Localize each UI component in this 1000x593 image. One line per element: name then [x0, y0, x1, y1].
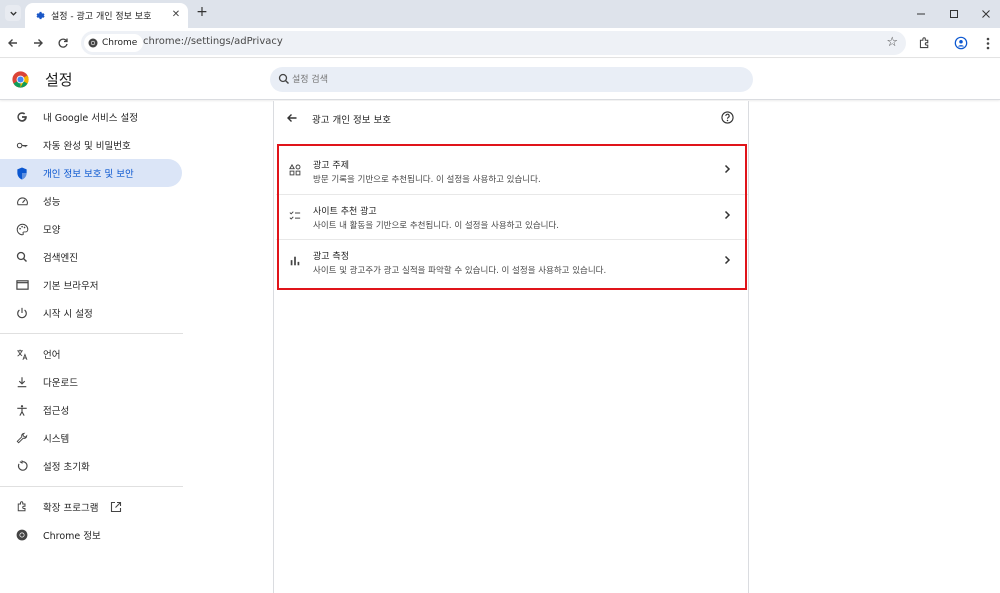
- settings-header: 설정: [0, 59, 1000, 100]
- reload-icon: [58, 38, 68, 48]
- maximize-icon[interactable]: [947, 7, 961, 21]
- sidebar-item-search-engine[interactable]: 검색엔진: [0, 243, 182, 271]
- sidebar-item-on-startup[interactable]: 시작 시 설정: [0, 299, 182, 327]
- sidebar-item-about-chrome[interactable]: Chrome 정보: [0, 521, 182, 549]
- sidebar-item-privacy[interactable]: 개인 정보 보호 및 보안: [0, 159, 182, 187]
- sidebar-item-label: 다운로드: [43, 378, 78, 389]
- settings-search[interactable]: [270, 67, 753, 92]
- sidebar-item-label: 언어: [43, 350, 61, 361]
- tab-search-button[interactable]: [5, 5, 21, 21]
- download-icon: [15, 375, 29, 389]
- chrome-logo-icon: [12, 71, 29, 88]
- tab-title: 설정 - 광고 개인 정보 보호: [51, 12, 152, 22]
- close-tab-icon[interactable]: ✕: [170, 9, 182, 21]
- sidebar-item-extensions[interactable]: 확장 프로그램: [0, 493, 182, 521]
- sidebar-item-label: 개인 정보 보호 및 보안: [43, 169, 134, 180]
- power-icon: [15, 306, 29, 320]
- sidebar-item-label: 내 Google 서비스 설정: [43, 113, 138, 124]
- bookmark-star-icon[interactable]: ☆: [886, 35, 898, 51]
- settings-title: 설정: [45, 71, 73, 89]
- chip-label: Chrome: [102, 38, 138, 48]
- sidebar-item-languages[interactable]: 언어: [0, 340, 182, 368]
- page-title: 광고 개인 정보 보호: [312, 115, 391, 126]
- sidebar-item-label: 기본 브라우저: [43, 281, 99, 292]
- back-button[interactable]: [5, 35, 21, 51]
- sidebar-item-accessibility[interactable]: 접근성: [0, 396, 182, 424]
- accessibility-icon: [15, 403, 29, 417]
- highlight-box: [277, 144, 747, 290]
- sidebar: 내 Google 서비스 설정 자동 완성 및 비밀번호 개인 정보 보호 및 …: [0, 103, 184, 549]
- sidebar-divider: [0, 333, 183, 334]
- search-icon: [15, 250, 29, 264]
- address-bar[interactable]: Chrome chrome://settings/adPrivacy ☆: [81, 31, 906, 55]
- sidebar-item-label: 시스템: [43, 434, 70, 445]
- minimize-icon[interactable]: [914, 7, 928, 21]
- back-arrow-icon[interactable]: [286, 112, 300, 126]
- puzzle-icon: [15, 500, 29, 514]
- url-text[interactable]: chrome://settings/adPrivacy: [143, 36, 283, 47]
- sidebar-divider: [0, 486, 183, 487]
- browser-window-icon: [15, 278, 29, 292]
- sidebar-item-label: 모양: [43, 225, 61, 236]
- external-link-icon: [110, 501, 122, 513]
- chrome-logo-icon: [15, 528, 29, 542]
- new-tab-button[interactable]: +: [195, 5, 209, 19]
- sidebar-item-label: 자동 완성 및 비밀번호: [43, 141, 131, 152]
- wrench-icon: [15, 431, 29, 445]
- sidebar-item-label: 접근성: [43, 406, 70, 417]
- forward-button[interactable]: [30, 35, 46, 51]
- shield-icon: [15, 166, 29, 180]
- sidebar-item-downloads[interactable]: 다운로드: [0, 368, 182, 396]
- gear-icon: [33, 10, 45, 22]
- arrow-left-icon: [8, 39, 17, 47]
- sidebar-item-reset-settings[interactable]: 설정 초기화: [0, 452, 182, 480]
- close-window-icon[interactable]: [979, 7, 993, 21]
- reset-icon: [15, 459, 29, 473]
- sidebar-item-label: 성능: [43, 197, 61, 208]
- reload-button[interactable]: [55, 35, 71, 51]
- browser-toolbar: Chrome chrome://settings/adPrivacy ☆: [0, 28, 1000, 58]
- google-g-icon: [15, 110, 29, 124]
- arrow-right-icon: [34, 39, 43, 47]
- sidebar-item-performance[interactable]: 성능: [0, 187, 182, 215]
- search-input[interactable]: [292, 71, 732, 88]
- chevron-down-icon: [9, 11, 17, 16]
- palette-icon: [15, 222, 29, 236]
- sidebar-item-autofill[interactable]: 자동 완성 및 비밀번호: [0, 131, 182, 159]
- translate-icon: [15, 347, 29, 361]
- sidebar-item-system[interactable]: 시스템: [0, 424, 182, 452]
- sidebar-item-label: 검색엔진: [43, 253, 78, 264]
- tab-settings[interactable]: 설정 - 광고 개인 정보 보호 ✕: [25, 3, 188, 28]
- card-header: 광고 개인 정보 보호: [274, 101, 748, 137]
- sidebar-item-label: 시작 시 설정: [43, 309, 93, 320]
- chrome-logo-icon: [88, 38, 98, 48]
- site-info-chip[interactable]: Chrome: [84, 34, 144, 52]
- sidebar-item-default-browser[interactable]: 기본 브라우저: [0, 271, 182, 299]
- tab-strip: 설정 - 광고 개인 정보 보호 ✕ +: [0, 0, 1000, 28]
- sidebar-item-appearance[interactable]: 모양: [0, 215, 182, 243]
- sidebar-item-label: Chrome 정보: [43, 531, 101, 542]
- sidebar-item-label: 확장 프로그램: [43, 503, 99, 514]
- help-icon[interactable]: [721, 111, 735, 125]
- search-icon: [278, 73, 289, 84]
- speedometer-icon: [15, 194, 29, 208]
- extensions-icon[interactable]: [916, 35, 932, 51]
- key-icon: [15, 138, 29, 152]
- sidebar-item-google-services[interactable]: 내 Google 서비스 설정: [0, 103, 182, 131]
- more-menu-icon[interactable]: [980, 35, 996, 51]
- profile-icon[interactable]: [953, 35, 969, 51]
- sidebar-item-label: 설정 초기화: [43, 462, 90, 473]
